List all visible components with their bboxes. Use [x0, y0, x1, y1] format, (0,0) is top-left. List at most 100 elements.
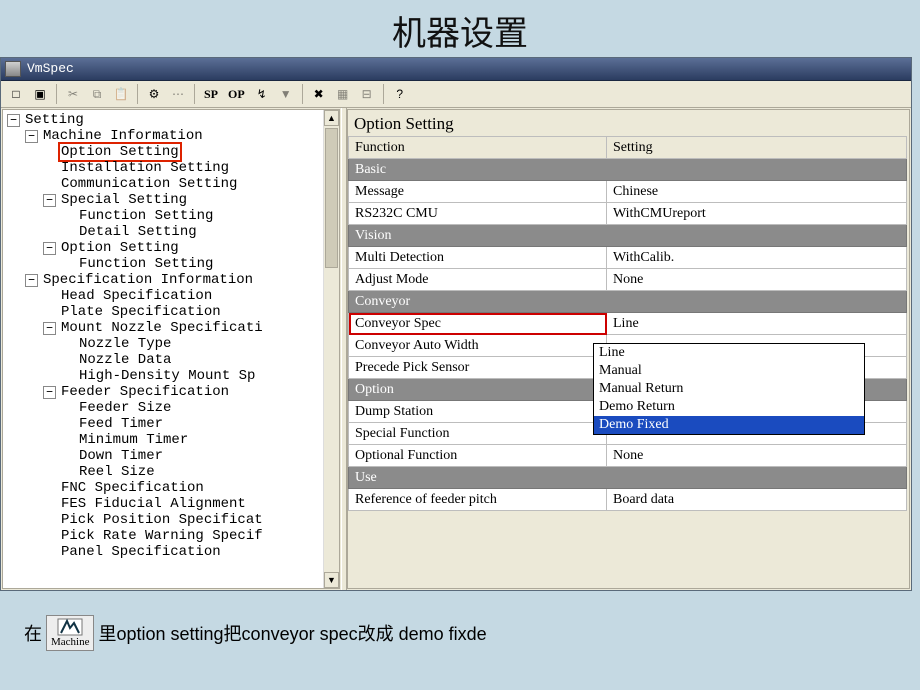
cell-value[interactable]: Board data [607, 489, 907, 511]
cell-label[interactable]: Adjust Mode [349, 269, 607, 291]
tree-item-pick_pos[interactable]: Pick Position Specificat [43, 512, 339, 528]
help-icon[interactable]: ? [389, 83, 411, 105]
cell-label[interactable]: Special Function [349, 423, 607, 445]
col-function[interactable]: Function [349, 137, 607, 159]
table-row[interactable]: Multi DetectionWithCalib. [349, 247, 907, 269]
tree-item-nozzle_type[interactable]: Nozzle Type [61, 336, 339, 352]
cell-label[interactable]: Conveyor Auto Width [349, 335, 607, 357]
tree-item-reel_size[interactable]: Reel Size [61, 464, 339, 480]
tree-scrollbar[interactable]: ▲ ▼ [323, 110, 339, 588]
tree-label: Mount Nozzle Specificati [60, 320, 264, 336]
cell-label[interactable]: Multi Detection [349, 247, 607, 269]
tree-label: Down Timer [78, 448, 164, 464]
tree-toggle[interactable]: − [43, 242, 56, 255]
tree-label: Communication Setting [60, 176, 238, 192]
dropdown-option[interactable]: Manual [594, 362, 864, 380]
cell-label[interactable]: Reference of feeder pitch [349, 489, 607, 511]
tree-toggle[interactable]: − [7, 114, 20, 127]
app-window: VmSpec □▣✂⧉📋⚙⋯SPOP↯▼✖▦⊟? −Setting−Machin… [0, 57, 912, 591]
tree-item-root[interactable]: −Setting [7, 112, 339, 128]
tree-item-machine_info[interactable]: −Machine Information [25, 128, 339, 144]
toolbar-separator [56, 84, 57, 104]
dropdown-option[interactable]: Demo Return [594, 398, 864, 416]
tree-item-feeder_spec[interactable]: −Feeder Specification [43, 384, 339, 400]
table-row[interactable]: Optional FunctionNone [349, 445, 907, 467]
tree-item-head_spec[interactable]: Head Specification [43, 288, 339, 304]
cell-label[interactable]: Precede Pick Sensor [349, 357, 607, 379]
plug-error-icon[interactable]: ✖ [308, 83, 330, 105]
new-icon[interactable]: □ [5, 83, 27, 105]
tree-toggle[interactable]: − [43, 322, 56, 335]
tree-item-option_setting[interactable]: Option Setting [43, 144, 339, 160]
table-row[interactable]: Basic [349, 159, 907, 181]
cell-label[interactable]: RS232C CMU [349, 203, 607, 225]
cell-label[interactable]: Optional Function [349, 445, 607, 467]
cell-label[interactable]: Dump Station [349, 401, 607, 423]
machine-button[interactable]: Machine [46, 615, 94, 651]
table-row[interactable]: Reference of feeder pitchBoard data [349, 489, 907, 511]
cell-value[interactable]: Chinese [607, 181, 907, 203]
tree-item-function_setting2[interactable]: Function Setting [61, 256, 339, 272]
tree-item-pick_rate[interactable]: Pick Rate Warning Specif [43, 528, 339, 544]
dropdown-option[interactable]: Line [594, 344, 864, 362]
tree-item-communication_setting[interactable]: Communication Setting [43, 176, 339, 192]
tree-label: Specification Information [42, 272, 254, 288]
tree-item-option_setting2[interactable]: −Option Setting [43, 240, 339, 256]
scroll-thumb[interactable] [325, 128, 338, 268]
tree-item-installation_setting[interactable]: Installation Setting [43, 160, 339, 176]
tree[interactable]: −Setting−Machine InformationOption Setti… [3, 110, 339, 560]
section-vision: Vision [349, 225, 907, 247]
conveyor-spec-dropdown[interactable]: LineManualManual ReturnDemo ReturnDemo F… [593, 343, 865, 435]
tree-label: Feed Timer [78, 416, 164, 432]
tree-item-nozzle_data[interactable]: Nozzle Data [61, 352, 339, 368]
tree-item-down_timer[interactable]: Down Timer [61, 448, 339, 464]
slot-icon: ⊟ [356, 83, 378, 105]
cell-value[interactable]: None [607, 269, 907, 291]
cell-value[interactable]: None [607, 445, 907, 467]
tree-item-plate_spec[interactable]: Plate Specification [43, 304, 339, 320]
tree-item-spec_info[interactable]: −Specification Information [25, 272, 339, 288]
tree-item-high_density[interactable]: High-Density Mount Sp [61, 368, 339, 384]
tree-label: Option Setting [60, 144, 180, 160]
table-row[interactable]: RS232C CMUWithCMUreport [349, 203, 907, 225]
tree-toggle[interactable]: − [43, 386, 56, 399]
table-row[interactable]: Conveyor SpecLine [349, 313, 907, 335]
settings-grid[interactable]: Function Setting BasicMessageChineseRS23… [348, 136, 907, 511]
tree-item-mount_nozzle[interactable]: −Mount Nozzle Specificati [43, 320, 339, 336]
tree-item-function_setting1[interactable]: Function Setting [61, 208, 339, 224]
tree-item-minimum_timer[interactable]: Minimum Timer [61, 432, 339, 448]
transfer-icon[interactable]: ↯ [251, 83, 273, 105]
tree-item-fes_fiducial[interactable]: FES Fiducial Alignment [43, 496, 339, 512]
sp-button[interactable]: SP [200, 83, 222, 105]
tree-toggle[interactable]: − [43, 194, 56, 207]
tree-item-detail_setting[interactable]: Detail Setting [61, 224, 339, 240]
tree-item-panel_spec[interactable]: Panel Specification [43, 544, 339, 560]
machine-label: Machine [51, 636, 89, 648]
cell-value[interactable]: WithCalib. [607, 247, 907, 269]
tree-item-special_setting[interactable]: −Special Setting [43, 192, 339, 208]
table-row[interactable]: Use [349, 467, 907, 489]
dropdown-option[interactable]: Demo Fixed [594, 416, 864, 434]
chip-icon: ▦ [332, 83, 354, 105]
tree-item-feed_timer[interactable]: Feed Timer [61, 416, 339, 432]
save-icon[interactable]: ▣ [29, 83, 51, 105]
table-row[interactable]: Adjust ModeNone [349, 269, 907, 291]
dropdown-option[interactable]: Manual Return [594, 380, 864, 398]
table-row[interactable]: Conveyor [349, 291, 907, 313]
cell-value[interactable]: WithCMUreport [607, 203, 907, 225]
table-row[interactable]: MessageChinese [349, 181, 907, 203]
cell-value[interactable]: Line [607, 313, 907, 335]
gear-icon[interactable]: ⚙ [143, 83, 165, 105]
tree-item-feeder_size[interactable]: Feeder Size [61, 400, 339, 416]
tree-toggle[interactable]: − [25, 274, 38, 287]
op-button[interactable]: OP [224, 83, 249, 105]
tree-toggle[interactable]: − [25, 130, 38, 143]
table-row[interactable]: Vision [349, 225, 907, 247]
col-setting[interactable]: Setting [607, 137, 907, 159]
scroll-down-icon[interactable]: ▼ [324, 572, 339, 588]
scroll-up-icon[interactable]: ▲ [324, 110, 339, 126]
cell-label[interactable]: Conveyor Spec [349, 313, 607, 335]
cell-label[interactable]: Message [349, 181, 607, 203]
tree-item-fnc_spec[interactable]: FNC Specification [43, 480, 339, 496]
tree-label: Detail Setting [78, 224, 198, 240]
